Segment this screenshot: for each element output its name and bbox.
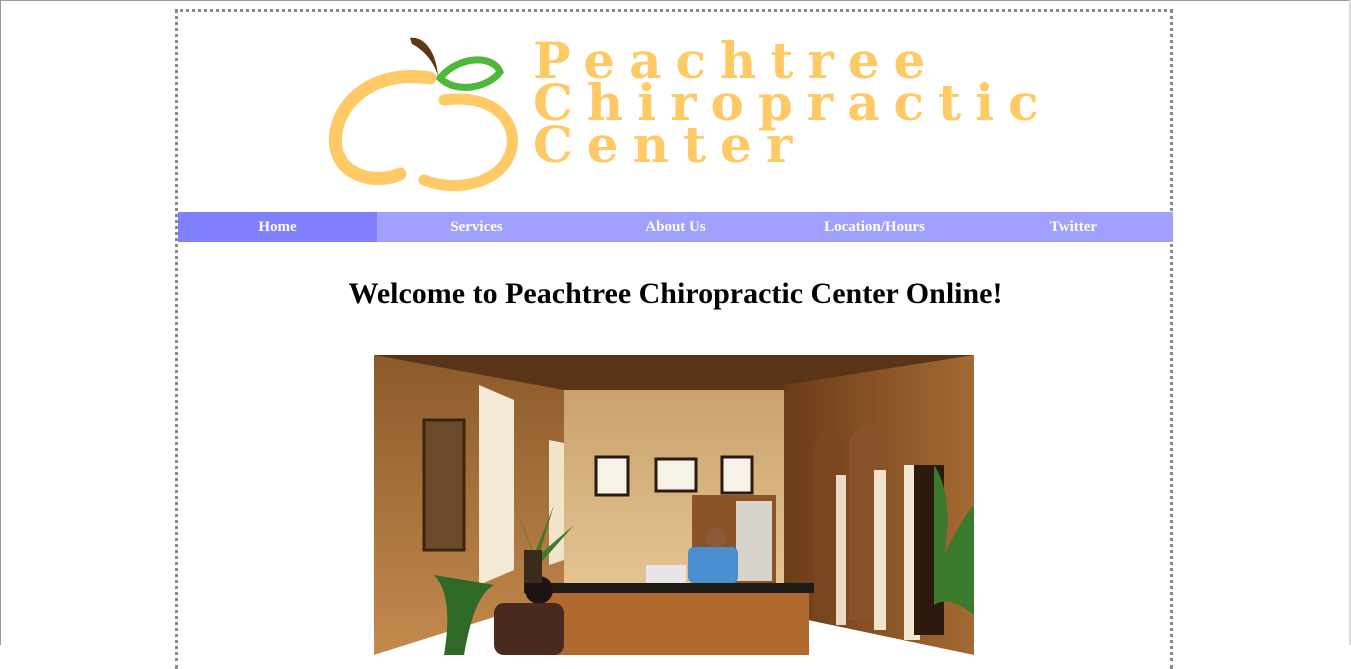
peach-leaf xyxy=(435,56,504,91)
nav-services[interactable]: Services xyxy=(377,212,576,242)
page-container: Peachtree Chiropractic Center Home Servi… xyxy=(175,9,1173,669)
nav-home[interactable]: Home xyxy=(178,212,377,242)
office-reception-photo xyxy=(374,355,974,655)
peach-body-right xyxy=(418,93,518,192)
nav-about-us[interactable]: About Us xyxy=(576,212,775,242)
nav-twitter[interactable]: Twitter xyxy=(974,212,1173,242)
page-heading: Welcome to Peachtree Chiropractic Center… xyxy=(348,277,1003,310)
nav-location-hours[interactable]: Location/Hours xyxy=(775,212,974,242)
main-nav: Home Services About Us Location/Hours Tw… xyxy=(178,212,1173,242)
peach-body-left xyxy=(328,70,437,185)
site-title[interactable]: Peachtree Chiropractic Center xyxy=(533,36,1053,170)
site-header: Peachtree Chiropractic Center xyxy=(178,12,1170,212)
